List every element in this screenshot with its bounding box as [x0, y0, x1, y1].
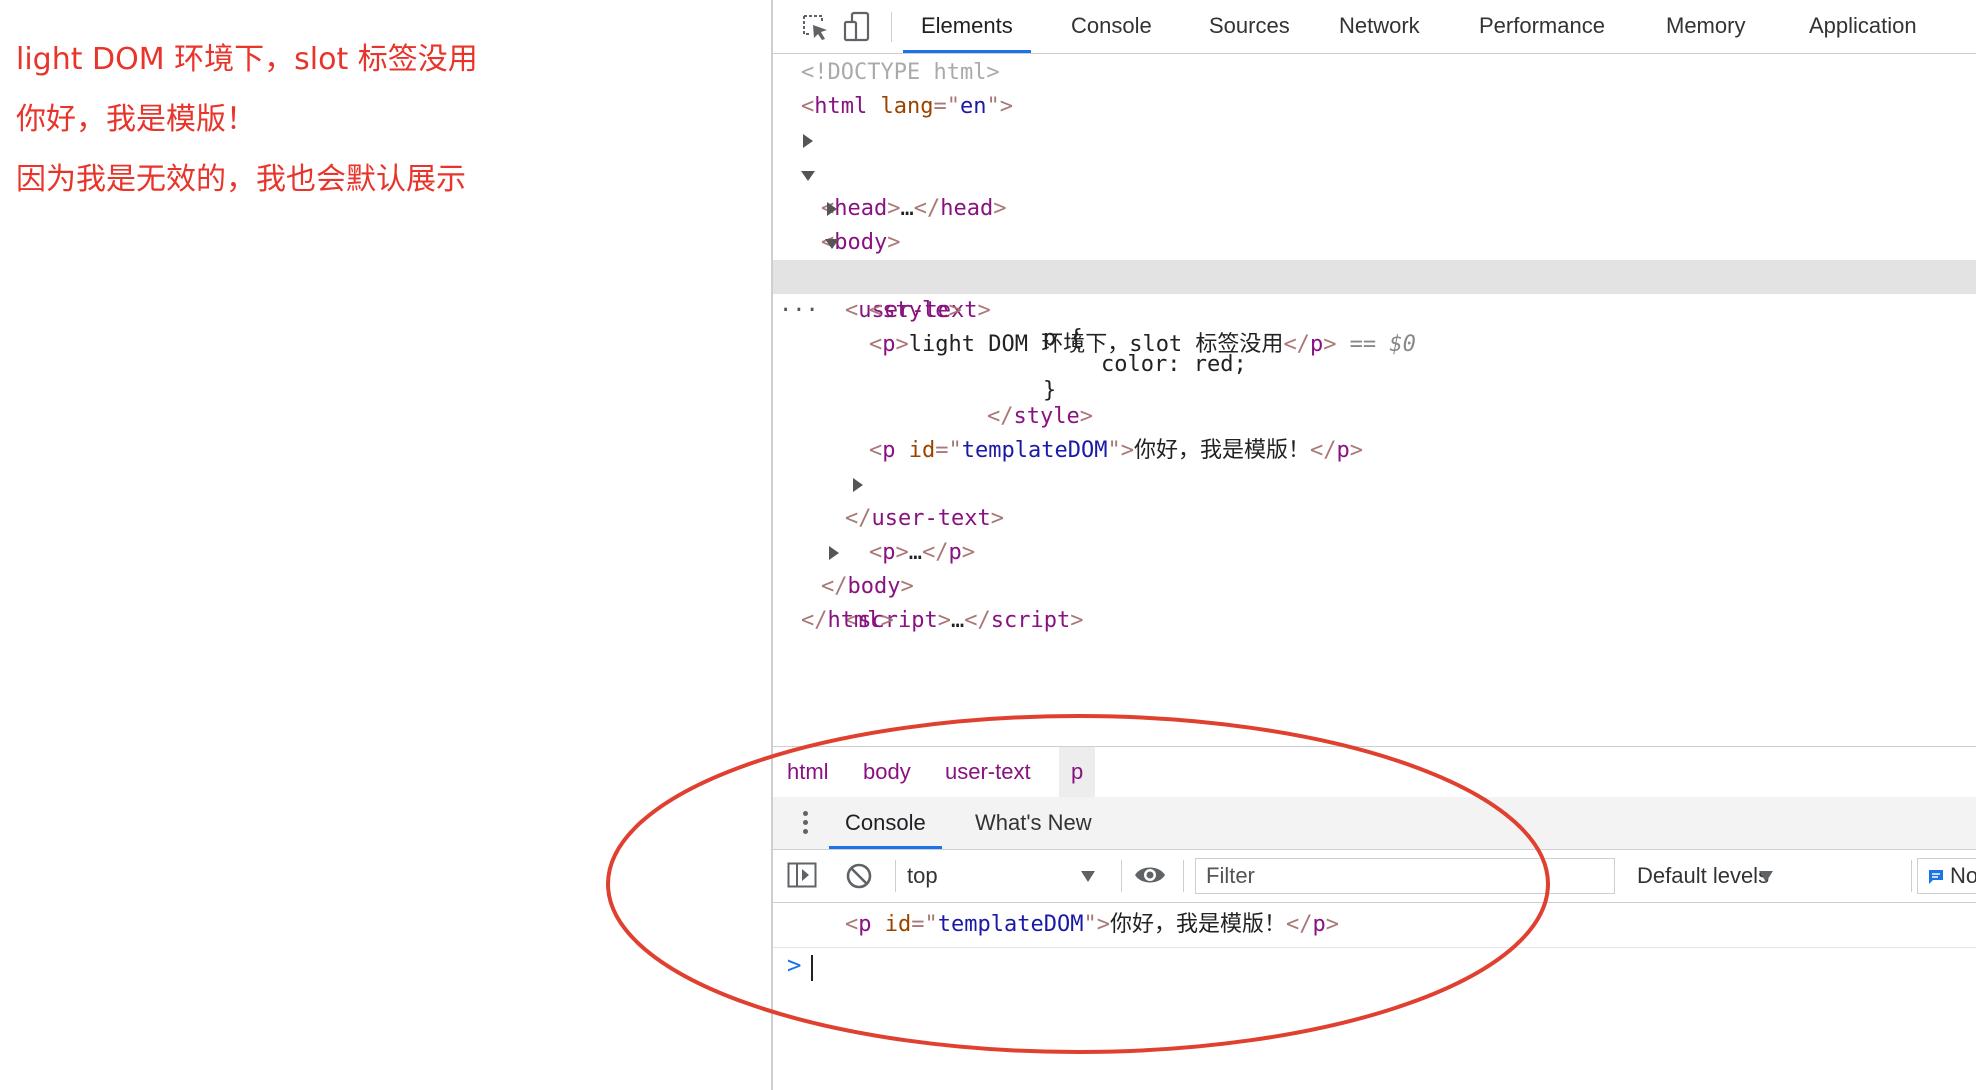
expand-triangle-icon[interactable]	[803, 134, 813, 148]
tag-p-close: p	[1336, 438, 1350, 463]
expand-triangle-icon[interactable]	[827, 202, 837, 216]
tag-html-close: html	[827, 608, 881, 633]
dom-node-script[interactable]: <script>…</script>	[773, 536, 1976, 633]
tag-p-close: p	[1312, 912, 1326, 937]
console-log-entry[interactable]: <p id="templateDOM">你好，我是模版！</p>	[773, 903, 1976, 948]
text-cursor	[811, 955, 813, 981]
dom-node-style-close[interactable]: </style>	[773, 400, 1976, 434]
issues-button[interactable]: No	[1917, 858, 1976, 894]
attr-value-p-id: templateDOM	[937, 912, 1084, 937]
log-text: 你好，我是模版！	[1109, 912, 1286, 937]
context-selector[interactable]: top	[907, 850, 1107, 902]
attr-name-id: id	[884, 912, 912, 937]
drawer-tab-console[interactable]: Console	[829, 797, 942, 849]
dropdown-arrow-icon	[1081, 870, 1095, 888]
tab-application[interactable]: Application	[1809, 0, 1917, 53]
page-paragraph-3: 因为我是无效的，我也会默认展示	[16, 162, 466, 197]
inspect-element-icon[interactable]	[797, 10, 833, 44]
tag-p: p	[858, 912, 872, 937]
page-paragraph-2: 你好，我是模版！	[16, 102, 256, 137]
console-output: <p id="templateDOM">你好，我是模版！</p> >	[773, 903, 1976, 1090]
dom-node-p-template[interactable]: <p id="templateDOM">你好，我是模版！</p>	[773, 434, 1976, 468]
dom-node-user-text[interactable]: <user-text>	[773, 226, 1976, 323]
collapse-triangle-icon[interactable]	[825, 239, 839, 249]
filter-input[interactable]: Filter	[1195, 858, 1615, 894]
toolbar-divider	[1911, 860, 1912, 892]
tag-style: style	[882, 298, 949, 323]
tab-performance[interactable]: Performance	[1479, 0, 1605, 53]
devtools-tabbar: Elements Console Sources Network Perform…	[773, 0, 1976, 54]
dropdown-arrow-icon	[1759, 870, 1773, 888]
toolbar-divider	[891, 12, 892, 42]
tab-network[interactable]: Network	[1339, 0, 1420, 53]
clear-console-icon[interactable]	[845, 862, 873, 895]
tab-console[interactable]: Console	[1071, 0, 1152, 53]
tag-p: p	[882, 438, 896, 463]
attr-value-p-id: templateDOM	[961, 438, 1108, 463]
dom-node-head[interactable]: <head>…</head>	[773, 124, 1976, 221]
prompt-chevron-icon: >	[787, 951, 802, 979]
drawer-tabbar: Console What's New	[773, 797, 1976, 850]
attr-name-lang: lang	[880, 94, 934, 119]
dom-node-body[interactable]: <body>	[773, 158, 1976, 255]
breadcrumb: html body user-text p	[773, 746, 1976, 798]
toolbar-divider	[1121, 860, 1122, 892]
dom-node-html[interactable]: <html lang="en">	[773, 90, 1976, 124]
devtools-panel: Elements Console Sources Network Perform…	[771, 0, 1976, 1090]
expand-triangle-icon[interactable]	[829, 546, 839, 560]
page-viewport: light DOM 环境下，slot 标签没用 你好，我是模版！ 因为我是无效的…	[0, 0, 771, 1090]
log-levels-label: Default levels	[1637, 863, 1770, 888]
breadcrumb-body[interactable]: body	[863, 747, 911, 797]
breadcrumb-p[interactable]: p	[1059, 747, 1096, 797]
live-expression-eye-icon[interactable]	[1133, 862, 1167, 893]
breadcrumb-html[interactable]: html	[787, 747, 829, 797]
console-toolbar: top Filter Default levels No	[773, 850, 1976, 903]
dom-tree: <!DOCTYPE html> <html lang="en"> <head>……	[773, 56, 1976, 746]
dom-node-p-collapsed[interactable]: <p>…</p>	[773, 468, 1976, 565]
device-toolbar-icon[interactable]	[839, 10, 875, 44]
log-levels-dropdown[interactable]: Default levels	[1637, 850, 1787, 902]
issues-label: No	[1950, 863, 1976, 888]
tab-memory[interactable]: Memory	[1666, 0, 1745, 53]
collapse-triangle-icon[interactable]	[801, 171, 815, 181]
p-template-text: 你好，我是模版！	[1133, 438, 1310, 463]
tab-elements[interactable]: Elements	[903, 0, 1031, 53]
dom-node-doctype[interactable]: <!DOCTYPE html>	[773, 56, 1976, 90]
context-value: top	[907, 863, 938, 888]
dom-node-body-close[interactable]: </body>	[773, 570, 1976, 604]
dom-node-user-text-close[interactable]: </user-text>	[773, 502, 1976, 536]
sidebar-toggle-icon[interactable]	[787, 862, 817, 893]
console-prompt-line[interactable]: >	[773, 947, 1976, 987]
attr-name-id: id	[908, 438, 936, 463]
attr-value-lang: en	[959, 94, 987, 119]
dom-node-html-close[interactable]: </html>	[773, 604, 1976, 638]
tab-sources[interactable]: Sources	[1209, 0, 1290, 53]
drawer-menu-icon[interactable]	[803, 811, 808, 834]
drawer-tab-whats-new[interactable]: What's New	[975, 797, 1092, 849]
tag-user-text-close: user-text	[871, 506, 991, 531]
dom-node-selected-p[interactable]: ··· <p>light DOM 环境下，slot 标签没用</p> == $0	[773, 260, 1976, 357]
tag-body-close: body	[847, 574, 901, 599]
toolbar-divider	[1183, 860, 1184, 892]
expand-triangle-icon[interactable]	[853, 478, 863, 492]
dom-node-template[interactable]: <template id="user-text-template">…</tem…	[773, 192, 1976, 289]
issues-message-icon	[1928, 869, 1944, 890]
breadcrumb-user-text[interactable]: user-text	[945, 747, 1031, 797]
page-paragraph-1: light DOM 环境下，slot 标签没用	[16, 42, 478, 77]
toolbar-divider	[895, 860, 896, 892]
tag-html: html	[814, 94, 868, 119]
doctype-text: <!DOCTYPE html>	[801, 60, 1000, 85]
tag-style-close: style	[1013, 404, 1080, 429]
